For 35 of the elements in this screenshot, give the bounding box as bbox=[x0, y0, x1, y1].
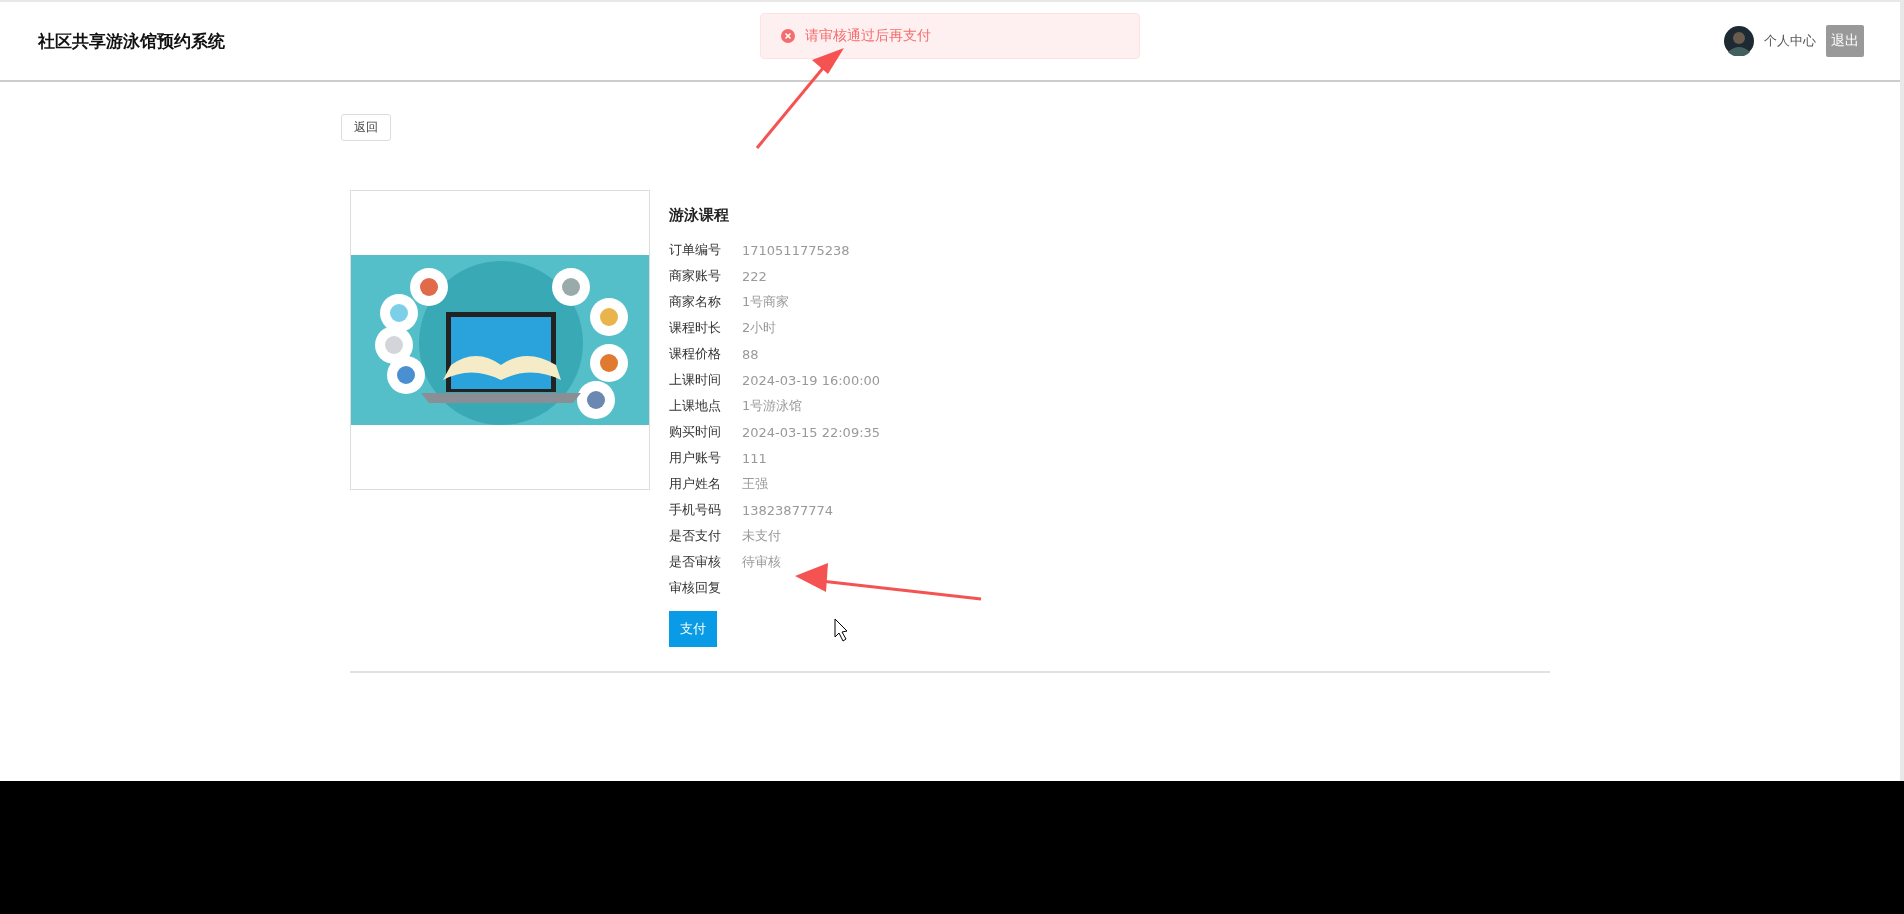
cursor-icon bbox=[834, 618, 848, 642]
field-value: 1号游泳馆 bbox=[742, 397, 803, 415]
field-label: 课程时长 bbox=[669, 319, 722, 337]
profile-link[interactable]: 个人中心 bbox=[1764, 32, 1816, 50]
field-value: 222 bbox=[742, 268, 767, 284]
field-value: 2024-03-19 16:00:00 bbox=[742, 372, 881, 388]
field-label: 手机号码 bbox=[669, 501, 722, 519]
field-label: 商家名称 bbox=[669, 293, 722, 311]
error-icon bbox=[781, 29, 795, 43]
field-label: 上课地点 bbox=[669, 397, 722, 415]
field-value: 88 bbox=[742, 346, 759, 362]
field-label: 购买时间 bbox=[669, 423, 722, 441]
field-value: 1号商家 bbox=[742, 293, 790, 311]
field-label: 是否支付 bbox=[669, 527, 722, 545]
toast-message: 请审核通过后再支付 bbox=[805, 27, 931, 45]
field-value: 13823877774 bbox=[742, 502, 833, 518]
field-label: 订单编号 bbox=[669, 241, 722, 259]
field-label: 审核回复 bbox=[669, 579, 722, 597]
field-label: 用户姓名 bbox=[669, 475, 722, 493]
back-button[interactable]: 返回 bbox=[341, 114, 391, 141]
field-value: 1710511775238 bbox=[742, 242, 850, 258]
field-label: 用户账号 bbox=[669, 449, 722, 467]
field-value: 111 bbox=[742, 450, 767, 466]
field-value: 王强 bbox=[742, 475, 768, 493]
field-value: 待审核 bbox=[742, 553, 781, 571]
site-title: 社区共享游泳馆预约系统 bbox=[38, 29, 225, 53]
field-value: 2024-03-15 22:09:35 bbox=[742, 424, 881, 440]
field-label: 是否审核 bbox=[669, 553, 722, 571]
field-label: 课程价格 bbox=[669, 345, 722, 363]
field-label: 上课时间 bbox=[669, 371, 722, 389]
field-label: 商家账号 bbox=[669, 267, 722, 285]
course-title: 游泳课程 bbox=[669, 206, 730, 225]
field-value: 未支付 bbox=[742, 527, 781, 545]
field-value: 2小时 bbox=[742, 319, 777, 337]
avatar[interactable] bbox=[1724, 26, 1754, 56]
